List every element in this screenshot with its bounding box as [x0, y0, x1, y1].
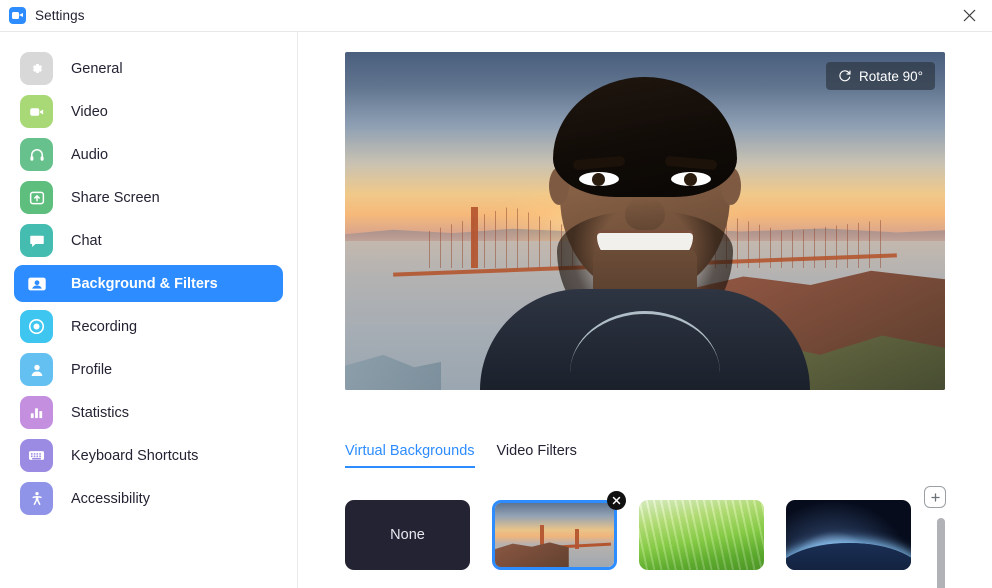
eye-left	[579, 171, 619, 186]
close-circle-icon	[612, 496, 621, 505]
rotate-90-label: Rotate 90°	[859, 68, 923, 84]
video-preview: Rotate 90°	[345, 52, 945, 390]
sidebar-item-accessibility[interactable]: Accessibility	[14, 480, 283, 517]
sidebar-item-label: Keyboard Shortcuts	[71, 447, 199, 464]
sidebar-item-label: General	[71, 60, 123, 77]
sidebar-item-chat[interactable]: Chat	[14, 222, 283, 259]
sidebar-item-video[interactable]: Video	[14, 93, 283, 130]
thumbnail-surface	[492, 500, 617, 570]
video-icon	[20, 95, 53, 128]
person-video-feed	[345, 52, 945, 390]
sidebar-item-audio[interactable]: Audio	[14, 136, 283, 173]
eye-right	[671, 171, 711, 186]
earth-thumbnail-image	[786, 500, 911, 570]
sidebar-item-label: Audio	[71, 146, 109, 163]
tab-video-filters[interactable]: Video Filters	[497, 443, 577, 468]
delete-background-button[interactable]	[607, 491, 626, 510]
background-thumbnail-bridge[interactable]	[492, 491, 626, 570]
tab-virtual-backgrounds[interactable]: Virtual Backgrounds	[345, 443, 475, 468]
window-title: Settings	[35, 8, 85, 23]
sidebar-item-label: Video	[71, 103, 108, 120]
sidebar-item-label: Background & Filters	[71, 275, 218, 292]
background-thumbnail-grass[interactable]	[639, 500, 764, 570]
zoom-camera-icon	[9, 7, 26, 24]
rotate-90-button[interactable]: Rotate 90°	[826, 62, 935, 90]
sidebar-item-label: Statistics	[71, 404, 130, 421]
person-icon	[20, 353, 53, 386]
title-bar: Settings	[0, 0, 992, 32]
sidebar-item-recording[interactable]: Recording	[14, 308, 283, 345]
sidebar-item-share-screen[interactable]: Share Screen	[14, 179, 283, 216]
accessibility-icon	[20, 482, 53, 515]
grass-thumbnail-image	[639, 500, 764, 570]
rotate-icon	[839, 70, 851, 82]
bar-chart-icon	[20, 396, 53, 429]
thumbnail-surface	[639, 500, 764, 570]
gear-icon	[20, 52, 53, 85]
sidebar-item-profile[interactable]: Profile	[14, 351, 283, 388]
thumb-bridge-cliff	[495, 542, 569, 567]
sidebar-item-background-filters[interactable]: Background & Filters	[14, 265, 283, 302]
thumbnail-surface: None	[345, 500, 470, 570]
sidebar-item-label: Chat	[71, 232, 102, 249]
sidebar-item-label: Share Screen	[71, 189, 160, 206]
background-thumbnail-earth[interactable]	[786, 500, 911, 570]
sidebar-item-statistics[interactable]: Statistics	[14, 394, 283, 431]
sidebar-item-label: Profile	[71, 361, 113, 378]
close-button[interactable]	[946, 0, 992, 31]
headphones-icon	[20, 138, 53, 171]
backgrounds-scrollbar[interactable]	[937, 518, 945, 588]
sidebar: General Video Audio Share Screen Chat Ba…	[0, 32, 298, 588]
sidebar-item-label: Recording	[71, 318, 138, 335]
background-thumbnail-label: None	[390, 527, 425, 543]
chat-bubble-icon	[20, 224, 53, 257]
thumbnail-surface	[786, 500, 911, 570]
close-icon	[963, 9, 975, 22]
sidebar-item-general[interactable]: General	[14, 50, 283, 87]
record-icon	[20, 310, 53, 343]
sidebar-item-keyboard-shortcuts[interactable]: Keyboard Shortcuts	[14, 437, 283, 474]
sidebar-item-label: Accessibility	[71, 490, 150, 507]
settings-window: Settings General Video Audio Share Scree…	[0, 0, 992, 588]
upload-icon	[20, 181, 53, 214]
tab-bar: Virtual Backgrounds Video Filters	[345, 434, 945, 468]
keyboard-icon	[20, 439, 53, 472]
backgrounds-list: None	[345, 491, 945, 588]
bridge-thumbnail-image	[495, 503, 614, 567]
background-thumbnail-none[interactable]: None	[345, 500, 470, 570]
person-card-icon	[20, 267, 53, 300]
content-panel: Rotate 90° Virtual Backgrounds Video Fil…	[299, 32, 992, 588]
